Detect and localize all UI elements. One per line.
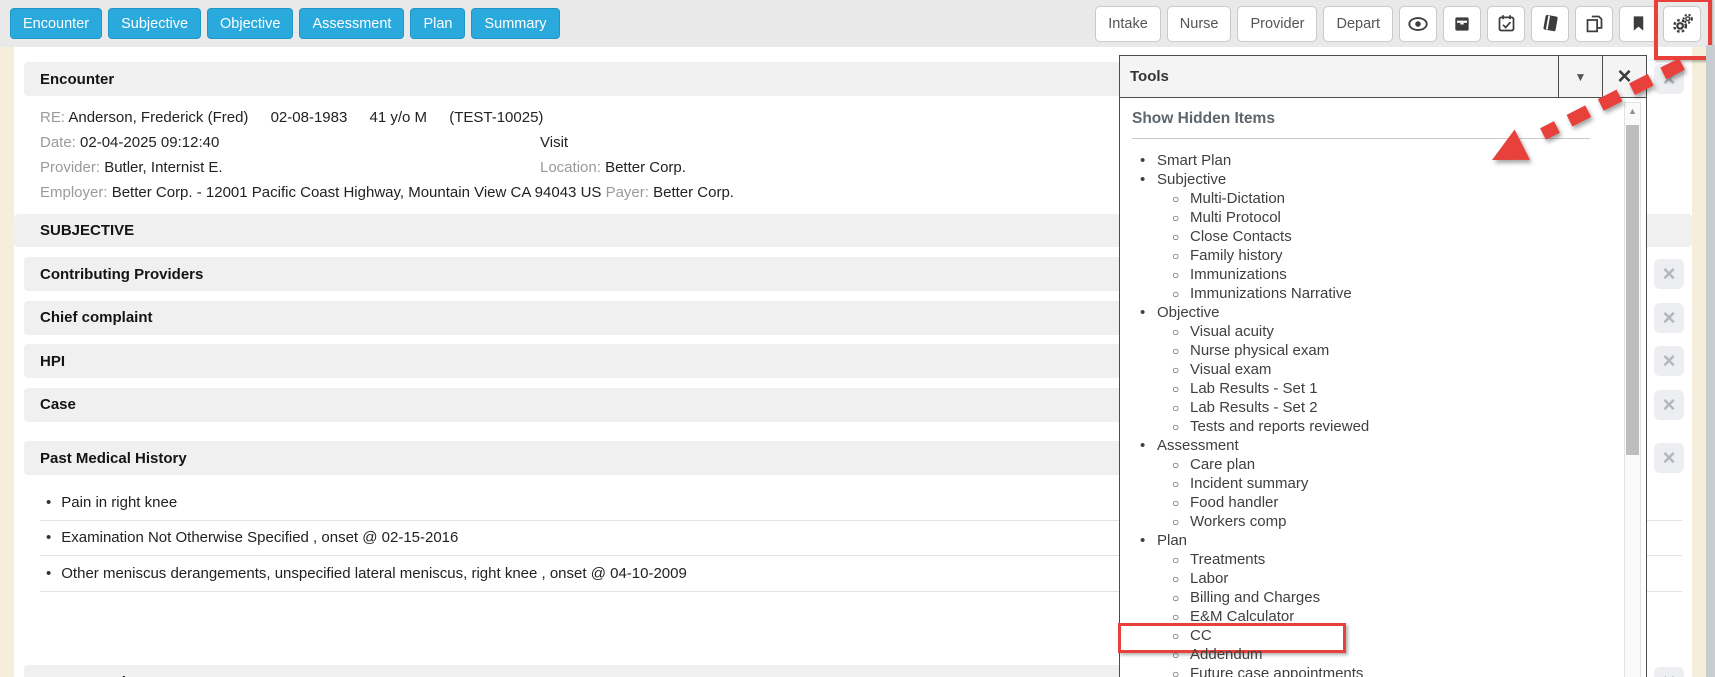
payer-value: Better Corp. [653, 184, 734, 201]
hidden-item-food-handler[interactable]: Food handler [1132, 493, 1606, 512]
hidden-item-nurse-physical-exam[interactable]: Nurse physical exam [1132, 341, 1606, 360]
hidden-item-close-contacts[interactable]: Close Contacts [1132, 227, 1606, 246]
close-icon[interactable] [1654, 346, 1684, 376]
patient-name: Anderson, Frederick (Fred) [68, 109, 248, 126]
hidden-item-workers-comp[interactable]: Workers comp [1132, 512, 1606, 531]
provider-value: Butler, Internist E. [104, 159, 222, 176]
section-title-pmh: Past Medical History [40, 450, 187, 467]
bookmark-icon[interactable] [1619, 6, 1657, 42]
archive-icon[interactable] [1443, 6, 1481, 42]
hidden-item-immunizations[interactable]: Immunizations [1132, 265, 1606, 284]
stage-button-depart[interactable]: Depart [1323, 6, 1393, 42]
patient-age-sex: 41 y/o M [370, 109, 428, 126]
hidden-item-smart-plan[interactable]: Smart Plan [1132, 151, 1606, 170]
close-icon: × [1617, 65, 1631, 89]
employer-label: Employer: [40, 184, 108, 201]
hidden-item-cc[interactable]: CC [1132, 626, 1606, 645]
eye-icon[interactable] [1399, 6, 1437, 42]
settings-gear-wrap [1663, 6, 1701, 42]
hidden-item-lab-results-set-2[interactable]: Lab Results - Set 2 [1132, 398, 1606, 417]
date-value: 02-04-2025 09:12:40 [80, 134, 219, 151]
hidden-item-billing-and-charges[interactable]: Billing and Charges [1132, 588, 1606, 607]
close-icon[interactable] [1654, 390, 1684, 420]
scrollbar-thumb[interactable] [1626, 125, 1639, 455]
hidden-item-tests-and-reports-reviewed[interactable]: Tests and reports reviewed [1132, 417, 1606, 436]
close-icon[interactable] [1654, 443, 1684, 473]
provider-label: Provider: [40, 159, 100, 176]
show-hidden-items-heading: Show Hidden Items [1132, 110, 1606, 128]
location-group: Location: Better Corp. [540, 155, 686, 180]
hidden-item-addendum[interactable]: Addendum [1132, 645, 1606, 664]
tools-panel: Tools ▼ × Show Hidden Items Smart PlanSu… [1119, 55, 1647, 677]
stage-button-nurse[interactable]: Nurse [1167, 6, 1232, 42]
tools-panel-collapse-button[interactable]: ▼ [1558, 56, 1602, 97]
hidden-item-incident-summary[interactable]: Incident summary [1132, 474, 1606, 493]
patient-id: (TEST-10025) [449, 109, 543, 126]
hidden-item-assessment[interactable]: Assessment [1132, 436, 1606, 455]
hidden-item-labor[interactable]: Labor [1132, 569, 1606, 588]
location-value: Better Corp. [605, 159, 686, 176]
nav-button-plan[interactable]: Plan [410, 8, 465, 39]
close-icon[interactable] [1654, 303, 1684, 333]
payer-label: Payer: [606, 184, 649, 201]
tools-panel-header: Tools ▼ × [1120, 56, 1646, 98]
stage-button-intake[interactable]: Intake [1095, 6, 1161, 42]
hidden-item-plan[interactable]: Plan [1132, 531, 1606, 550]
hidden-item-family-history[interactable]: Family history [1132, 246, 1606, 265]
book-icon[interactable] [1531, 6, 1569, 42]
tools-panel-scrollbar[interactable]: ▲ [1624, 102, 1641, 677]
hidden-items-list: Smart PlanSubjectiveMulti-DictationMulti… [1132, 151, 1606, 677]
re-label: RE: [40, 109, 65, 126]
copy-icon[interactable] [1575, 6, 1613, 42]
tools-panel-body: Show Hidden Items Smart PlanSubjectiveMu… [1120, 98, 1646, 677]
tools-panel-close-button[interactable]: × [1602, 56, 1646, 97]
top-toolbar: EncounterSubjectiveObjectiveAssessmentPl… [0, 0, 1715, 47]
date-label: Date: [40, 134, 76, 151]
nav-button-encounter[interactable]: Encounter [10, 8, 102, 39]
hidden-item-treatments[interactable]: Treatments [1132, 550, 1606, 569]
employer-value: Better Corp. - 12001 Pacific Coast Highw… [112, 184, 602, 201]
section-title-past-procedures: Past procedures [40, 674, 158, 677]
hidden-item-immunizations-narrative[interactable]: Immunizations Narrative [1132, 284, 1606, 303]
tools-panel-title: Tools [1120, 56, 1558, 97]
section-title-encounter: Encounter [40, 71, 114, 88]
nav-button-objective[interactable]: Objective [207, 8, 293, 39]
nav-button-summary[interactable]: Summary [471, 8, 559, 39]
page-vertical-scrollbar[interactable] [1706, 45, 1715, 677]
close-icon[interactable] [1654, 64, 1684, 94]
settings-gears-icon[interactable] [1663, 6, 1701, 42]
hidden-item-visual-acuity[interactable]: Visual acuity [1132, 322, 1606, 341]
hidden-item-visual-exam[interactable]: Visual exam [1132, 360, 1606, 379]
section-title-subjective: SUBJECTIVE [40, 222, 134, 239]
nav-button-subjective[interactable]: Subjective [108, 8, 201, 39]
nav-button-assessment[interactable]: Assessment [299, 8, 404, 39]
calendar-check-icon[interactable] [1487, 6, 1525, 42]
hidden-item-subjective[interactable]: Subjective [1132, 170, 1606, 189]
chevron-down-icon: ▼ [1575, 70, 1587, 84]
visit-type: Visit [540, 130, 568, 155]
hidden-item-future-case-appointments[interactable]: Future case appointments [1132, 664, 1606, 677]
close-icon[interactable] [1654, 667, 1684, 677]
hidden-item-lab-results-set-1[interactable]: Lab Results - Set 1 [1132, 379, 1606, 398]
nav-button-group: EncounterSubjectiveObjectiveAssessmentPl… [10, 8, 560, 39]
heading-divider [1132, 138, 1590, 139]
stage-button-group: IntakeNurseProviderDepart [1095, 6, 1393, 42]
scroll-up-icon[interactable]: ▲ [1625, 106, 1640, 116]
hidden-item-care-plan[interactable]: Care plan [1132, 455, 1606, 474]
patient-dob: 02-08-1983 [271, 109, 348, 126]
toolbar-right-group: IntakeNurseProviderDepart [1095, 6, 1701, 42]
close-icon[interactable] [1654, 259, 1684, 289]
hidden-item-multi-protocol[interactable]: Multi Protocol [1132, 208, 1606, 227]
stage-button-provider[interactable]: Provider [1237, 6, 1317, 42]
hidden-item-multi-dictation[interactable]: Multi-Dictation [1132, 189, 1606, 208]
hidden-item-e-m-calculator[interactable]: E&M Calculator [1132, 607, 1606, 626]
hidden-item-objective[interactable]: Objective [1132, 303, 1606, 322]
location-label: Location: [540, 159, 601, 176]
